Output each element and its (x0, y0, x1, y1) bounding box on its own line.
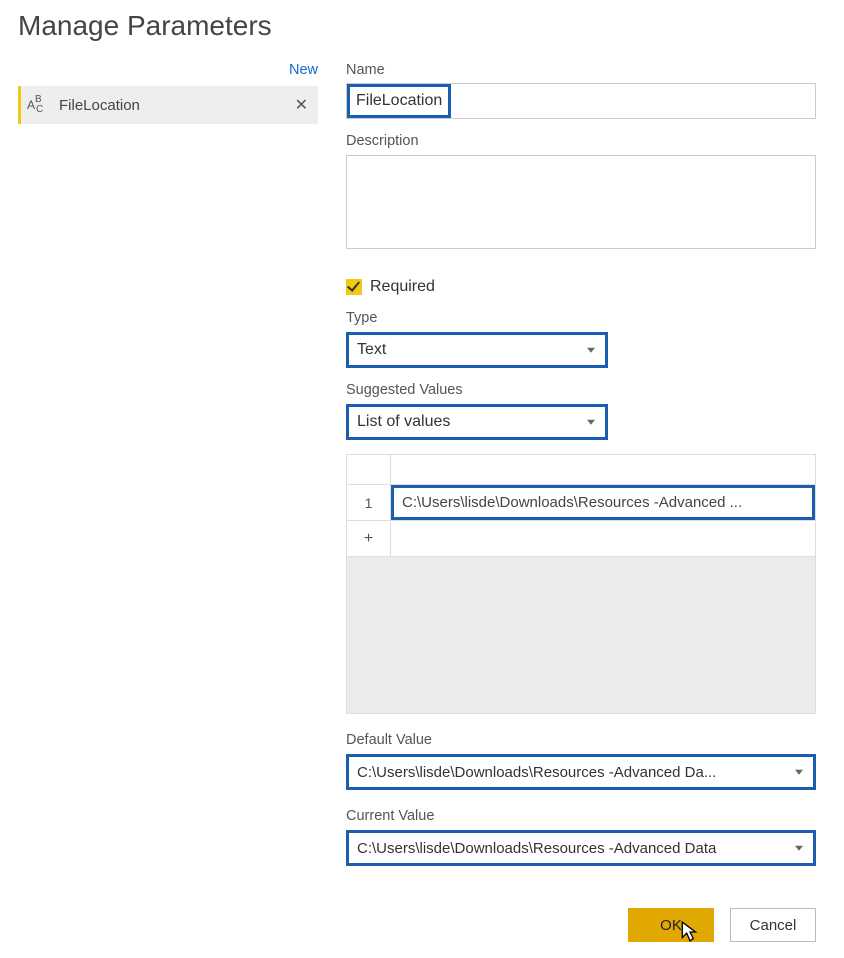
new-parameter-link[interactable]: New (18, 62, 318, 78)
default-value-label: Default Value (346, 732, 816, 748)
default-value-text: C:\Users\lisde\Downloads\Resources -Adva… (357, 764, 716, 781)
current-value-label: Current Value (346, 808, 816, 824)
chevron-down-icon (587, 348, 595, 353)
ok-button-label: OK (660, 917, 682, 934)
name-highlight: FileLocation (347, 84, 451, 118)
text-type-icon: ABC (27, 99, 47, 111)
delete-parameter-icon[interactable]: ✕ (295, 95, 308, 115)
cancel-button-label: Cancel (750, 917, 797, 934)
plus-icon[interactable]: + (347, 521, 391, 556)
chevron-down-icon (795, 770, 803, 775)
sidebar-item-filelocation[interactable]: ABC FileLocation ✕ (21, 86, 318, 124)
list-value-cell[interactable]: C:\Users\lisde\Downloads\Resources -Adva… (391, 485, 815, 520)
cancel-button[interactable]: Cancel (730, 908, 816, 942)
sidebar-item-label: FileLocation (59, 97, 295, 114)
name-field-wrapper: FileLocation (346, 83, 816, 119)
chevron-down-icon (795, 846, 803, 851)
chevron-down-icon (587, 420, 595, 425)
name-input[interactable]: FileLocation (356, 92, 442, 110)
current-value-text: C:\Users\lisde\Downloads\Resources -Adva… (357, 840, 716, 857)
name-label: Name (346, 62, 816, 78)
grid-header (347, 455, 815, 485)
description-input[interactable] (346, 155, 816, 249)
row-number: 1 (347, 485, 391, 520)
values-list-grid: 1 C:\Users\lisde\Downloads\Resources -Ad… (346, 454, 816, 714)
type-select[interactable]: Text (346, 332, 608, 368)
add-list-value-row[interactable]: + (347, 521, 815, 557)
parameter-sidebar: New ABC FileLocation ✕ (18, 62, 318, 884)
grid-row[interactable]: 1 C:\Users\lisde\Downloads\Resources -Ad… (347, 485, 815, 521)
suggested-values-label: Suggested Values (346, 382, 816, 398)
default-value-select[interactable]: C:\Users\lisde\Downloads\Resources -Adva… (346, 754, 816, 790)
type-label: Type (346, 310, 816, 326)
description-label: Description (346, 133, 816, 149)
required-checkbox[interactable] (346, 279, 362, 295)
current-value-select[interactable]: C:\Users\lisde\Downloads\Resources -Adva… (346, 830, 816, 866)
cursor-icon (681, 921, 699, 947)
type-select-value: Text (357, 341, 386, 359)
suggested-values-value: List of values (357, 413, 450, 431)
ok-button[interactable]: OK (628, 908, 714, 942)
required-label: Required (370, 278, 435, 296)
suggested-values-select[interactable]: List of values (346, 404, 608, 440)
dialog-title: Manage Parameters (18, 10, 826, 42)
